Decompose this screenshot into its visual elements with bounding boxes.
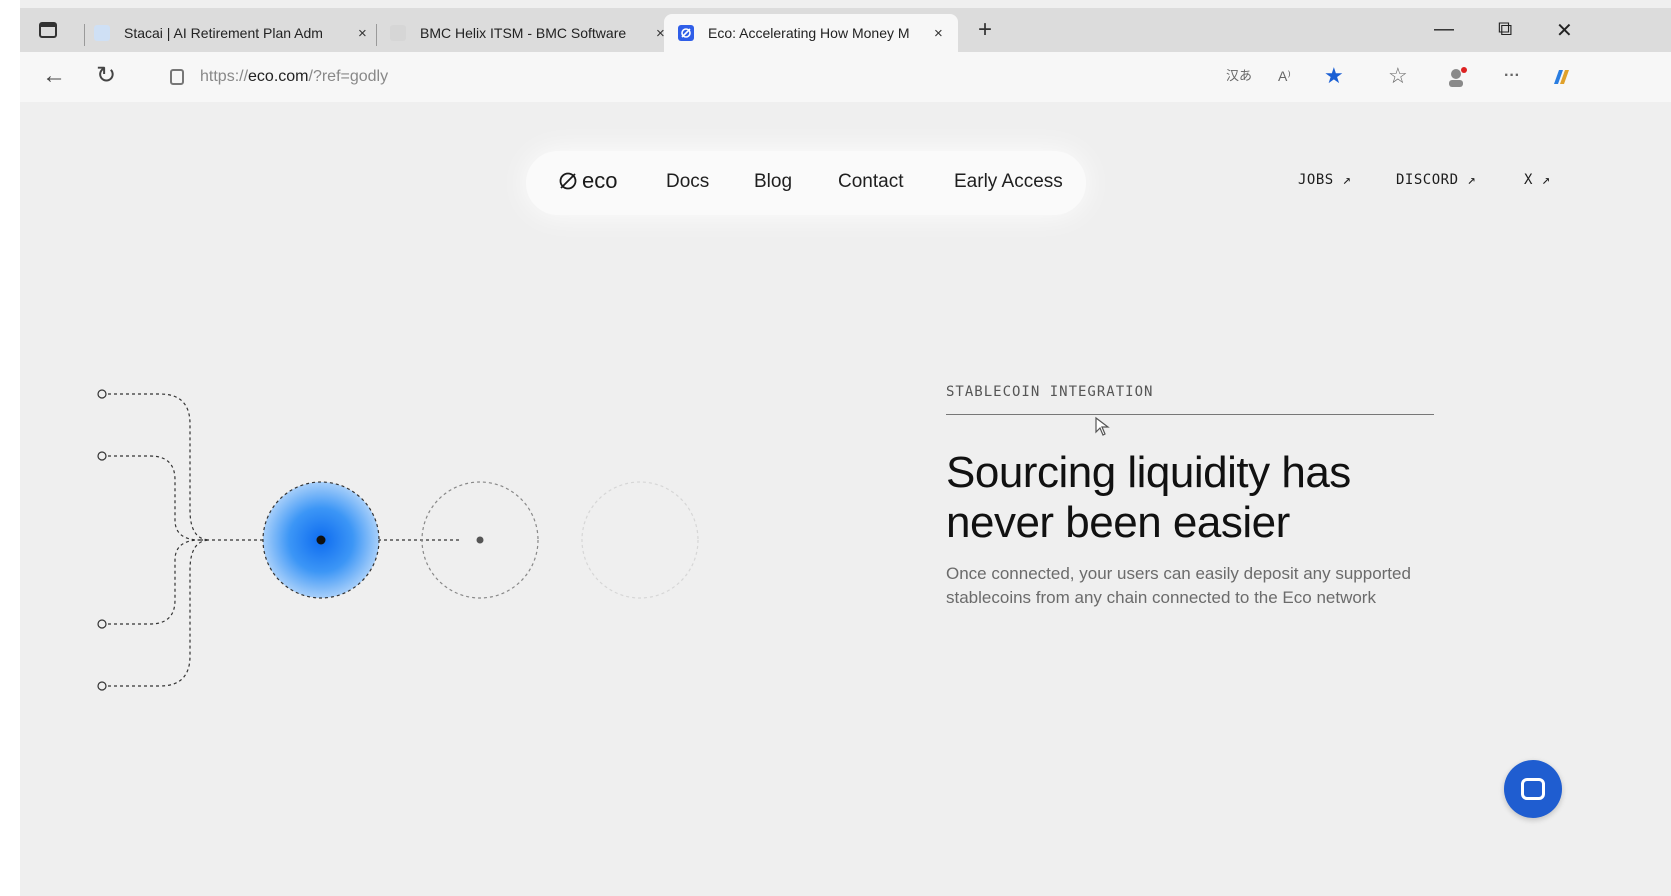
x-link[interactable]: X ↗ (1524, 172, 1551, 188)
close-window-button[interactable]: ✕ (1556, 18, 1573, 43)
close-icon[interactable]: × (358, 25, 367, 42)
nav-link-blog[interactable]: Blog (754, 171, 792, 193)
reload-button[interactable]: ↻ (96, 64, 116, 88)
tab-actions-icon[interactable] (34, 18, 62, 42)
nav-link-contact[interactable]: Contact (838, 171, 903, 193)
copilot-icon[interactable] (1550, 66, 1572, 93)
tab-eco[interactable]: Eco: Accelerating How Money M × (664, 14, 958, 52)
tab-label: Eco: Accelerating How Money M (708, 25, 910, 41)
new-tab-button[interactable]: + (978, 18, 992, 42)
url-text: https://eco.com/?ref=godly (200, 68, 389, 85)
eyebrow-divider (946, 414, 1434, 415)
tab-separator (84, 24, 85, 46)
nav-link-early-access[interactable]: Early Access (954, 171, 1063, 193)
tab-strip: Stacai | AI Retirement Plan Adm × BMC He… (20, 8, 1671, 52)
tab-label: BMC Helix ITSM - BMC Software (420, 25, 627, 41)
chat-icon (1521, 778, 1545, 800)
eco-logo[interactable]: eco (558, 168, 617, 194)
faded-node (581, 481, 699, 599)
mouse-cursor-icon (1095, 416, 1110, 436)
hero-description: Once connected, your users can easily de… (946, 564, 1411, 607)
favorite-star-icon[interactable]: ★ (1324, 65, 1344, 87)
lock-icon (170, 69, 184, 85)
source-node (97, 451, 107, 461)
minimize-button[interactable]: — (1434, 18, 1454, 41)
stacai-favicon-icon (94, 25, 110, 41)
eco-logo-icon (559, 172, 577, 190)
address-bar[interactable]: https://eco.com/?ref=godly (160, 59, 1250, 95)
profile-icon[interactable] (1446, 66, 1468, 93)
discord-link[interactable]: DISCORD ↗ (1396, 172, 1476, 188)
nav-link-docs[interactable]: Docs (666, 171, 709, 193)
read-aloud-icon[interactable]: A⁾ (1278, 66, 1291, 86)
restore-button[interactable]: ⧉ (1498, 18, 1512, 41)
section-eyebrow: STABLECOIN INTEGRATION (946, 384, 1154, 400)
tab-separator (376, 24, 377, 46)
chat-support-button[interactable] (1504, 760, 1562, 818)
source-node (97, 389, 107, 399)
tab-label: Stacai | AI Retirement Plan Adm (124, 25, 323, 41)
favorites-icon[interactable]: ☆ (1388, 65, 1408, 87)
site-nav: eco Docs Blog Contact Early Access (526, 151, 1086, 215)
eco-favicon-icon (678, 25, 694, 41)
address-toolbar: ← ↻ https://eco.com/?ref=godly 汉あ A⁾ ★ ☆… (20, 52, 1671, 102)
logo-text: eco (582, 168, 618, 193)
translate-icon[interactable]: 汉あ (1226, 66, 1252, 86)
source-node (97, 681, 107, 691)
back-button[interactable]: ← (42, 64, 66, 88)
close-icon[interactable]: × (934, 25, 943, 42)
secondary-center-dot (476, 536, 484, 544)
tab-bmc-helix[interactable]: BMC Helix ITSM - BMC Software × (390, 14, 670, 52)
liquidity-diagram (97, 389, 699, 691)
jobs-link[interactable]: JOBS ↗ (1298, 172, 1352, 188)
hub-center-dot (316, 535, 326, 545)
browser-window: Stacai | AI Retirement Plan Adm × BMC He… (20, 0, 1671, 896)
source-nodes (97, 389, 107, 691)
source-node (97, 619, 107, 629)
bmc-favicon-icon (390, 25, 406, 41)
hero-headline: Sourcing liquidity has never been easier (946, 448, 1506, 548)
tab-stacai[interactable]: Stacai | AI Retirement Plan Adm × (94, 14, 374, 52)
headline-line: Sourcing liquidity has (946, 448, 1351, 497)
more-icon[interactable]: ··· (1504, 66, 1520, 86)
headline-line: never been easier (946, 498, 1290, 547)
